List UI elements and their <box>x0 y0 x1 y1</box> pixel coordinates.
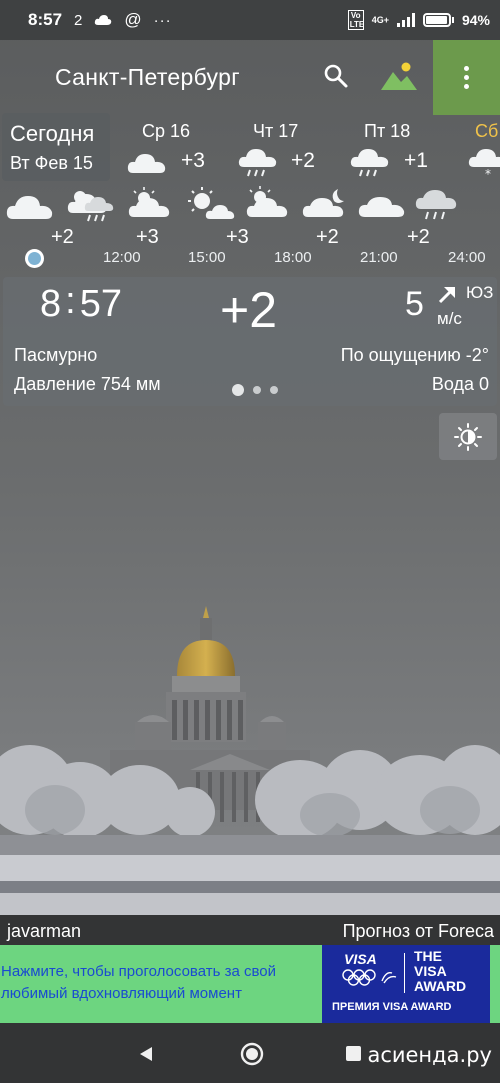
rain-icon <box>350 149 389 177</box>
day-item[interactable]: Сб * <box>466 113 500 183</box>
day-date: Вт Фев 15 <box>10 153 93 173</box>
rain-icon <box>415 190 457 220</box>
pressure: Давление 754 мм <box>14 374 161 394</box>
current-time-marker <box>25 249 44 268</box>
visa-award-logo[interactable]: VISA THE VISA AWARD ПРЕМИЯ VISA AWARD <box>322 945 490 1023</box>
status-time: 8:57 <box>28 10 63 29</box>
cloudy-icon <box>127 154 166 173</box>
signal-icon <box>396 13 415 27</box>
credits-bar: javarman Прогноз от Foreca <box>0 915 500 945</box>
day-name: Сб <box>475 121 499 141</box>
rain-icon <box>238 149 277 177</box>
day-item[interactable]: Пт 18 +1 <box>350 113 445 183</box>
system-nav-bar: асиенда.ру <box>0 1023 500 1083</box>
hour-temp: +2 <box>51 226 74 248</box>
water-temp: Вода 0 <box>431 374 489 394</box>
app-bar: Санкт-Петербург <box>0 40 500 115</box>
at-sign-icon: @ <box>124 10 142 29</box>
day-temp: +2 <box>291 149 315 172</box>
olympic-rings-icon <box>342 969 397 986</box>
day-name: Чт 17 <box>253 121 299 141</box>
hour-temp: +2 <box>316 226 339 248</box>
hour-temp: +3 <box>226 226 249 248</box>
day-today[interactable]: Сегодня Вт Фев 15 <box>2 113 110 181</box>
back-icon[interactable] <box>137 1045 155 1063</box>
partly-cloudy-icon <box>246 186 288 217</box>
notification-icons: 2 @ ··· <box>74 10 172 30</box>
feels-like: По ощущению -2° <box>340 345 489 365</box>
battery-icon <box>422 13 454 27</box>
night-cloudy-icon <box>302 189 344 217</box>
wind-unit: м/с <box>437 309 462 328</box>
brightness-icon <box>454 422 482 451</box>
day-name: Ср 16 <box>142 121 191 141</box>
network-type: 4G+ <box>371 15 389 25</box>
daily-forecast: Сегодня Вт Фев 15 Ср 16 +3 Чт 17 +2 Пт 1… <box>0 113 500 183</box>
volte-icon: Vo LTE <box>347 10 365 30</box>
overflow-menu-button[interactable] <box>433 40 500 115</box>
hour-temp: +2 <box>407 226 430 248</box>
current-conditions-card[interactable]: 8:57 +2 5 ЮЗ м/с Пасмурно По ощущению -2… <box>3 277 497 406</box>
visa-logo: VISA <box>344 951 377 967</box>
watermark: асиенда.ру <box>367 1043 492 1067</box>
page-indicator <box>232 384 278 396</box>
wind-direction: ЮЗ <box>466 283 494 302</box>
partly-rain-icon <box>67 191 114 222</box>
hour-time: 24:00 <box>448 249 486 266</box>
battery-percent: 94% <box>461 12 490 28</box>
more-notifications-icon: ··· <box>153 11 172 29</box>
snow-icon: * <box>468 149 500 177</box>
svg-text:*: * <box>485 167 491 177</box>
forecast-source[interactable]: Прогноз от Foreca <box>343 921 494 942</box>
wind-arrow-icon <box>438 287 455 304</box>
current-temp: +2 <box>220 282 278 338</box>
current-clock: 8:57 <box>40 280 122 325</box>
hour-time: 21:00 <box>360 249 398 266</box>
cloudy-icon <box>358 197 405 217</box>
sunny-icon <box>188 187 235 219</box>
day-item[interactable]: Чт 17 +2 <box>238 113 333 183</box>
hour-time: 12:00 <box>103 249 141 266</box>
battery-fill <box>425 16 447 24</box>
day-temp: +1 <box>404 149 428 172</box>
hour-temp: +3 <box>136 226 159 248</box>
hour-time: 15:00 <box>188 249 226 266</box>
day-temp: +3 <box>181 149 205 172</box>
city-title[interactable]: Санкт-Петербург <box>55 64 240 91</box>
hour-time: 18:00 <box>274 249 312 266</box>
day-item[interactable]: Ср 16 +3 <box>127 113 222 183</box>
notif-count: 2 <box>74 11 83 29</box>
ad-text[interactable]: Нажмите, чтобы проголосовать за свой люб… <box>0 961 322 1005</box>
partly-cloudy-icon <box>128 187 170 217</box>
condition-text: Пасмурно <box>14 345 98 365</box>
day-name: Пт 18 <box>364 121 411 141</box>
award-title: THE VISA AWARD <box>414 948 467 994</box>
hourly-forecast[interactable]: +2 +3 +3 +2 +2 12:00 15:00 18:00 21:00 2… <box>0 185 500 270</box>
cloudy-icon <box>6 196 53 219</box>
wind-speed: 5 <box>405 285 424 323</box>
theme-toggle-button[interactable] <box>439 413 497 460</box>
ad-banner[interactable]: Нажмите, чтобы проголосовать за свой люб… <box>0 945 500 1023</box>
status-bar: 8:57 2 @ ··· Vo LTE 4G+ 94% <box>0 0 500 40</box>
premia-text: ПРЕМИЯ VISA AWARD <box>332 1001 452 1013</box>
day-name: Сегодня <box>10 121 95 146</box>
home-icon[interactable] <box>240 1042 264 1066</box>
cloud-notif-icon <box>95 15 112 25</box>
search-icon[interactable] <box>322 62 350 90</box>
recents-icon[interactable] <box>346 1046 361 1061</box>
photo-author[interactable]: javarman <box>7 921 81 942</box>
landscape-icon[interactable] <box>380 60 418 92</box>
